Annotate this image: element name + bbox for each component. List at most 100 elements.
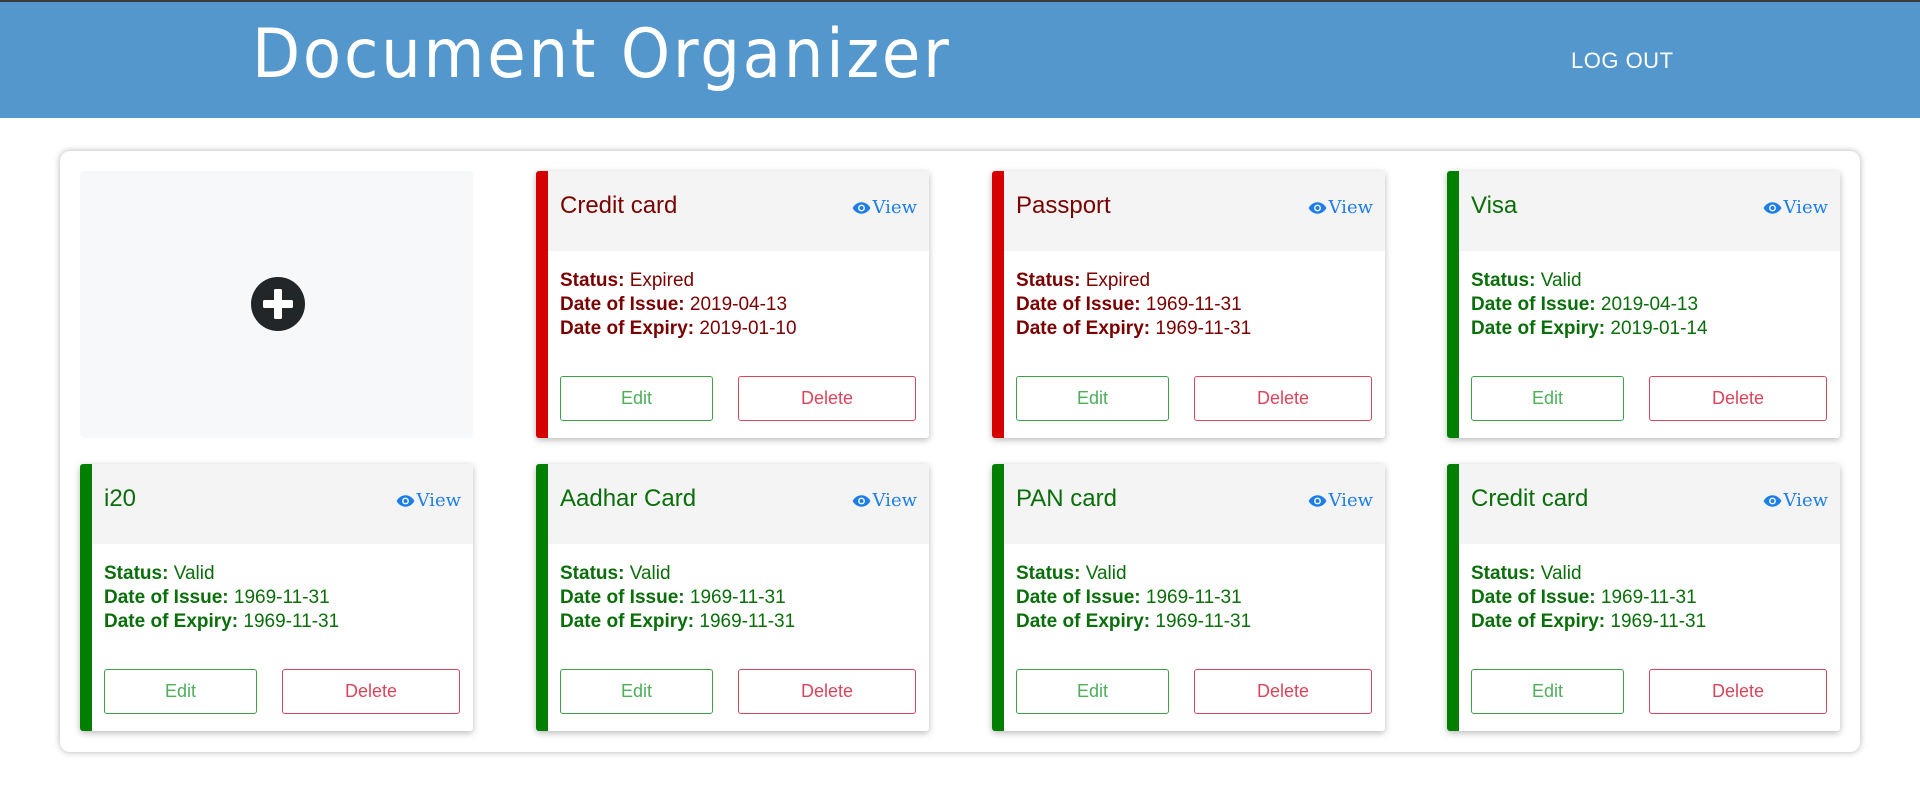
edit-button[interactable]: Edit xyxy=(560,376,713,421)
document-title: Passport xyxy=(1016,192,1111,219)
expiry-date: 1969-11-31 xyxy=(1610,611,1707,632)
status-label: Status: xyxy=(1471,563,1536,584)
status-value: Valid xyxy=(629,563,671,584)
expiry-row: Date of Expiry: 1969-11-31 xyxy=(104,610,339,634)
view-link[interactable]: View xyxy=(852,197,918,218)
status-row: Status: Valid xyxy=(1016,562,1251,586)
view-label[interactable]: View xyxy=(417,490,462,511)
issue-date: 1969-11-31 xyxy=(233,587,330,608)
issue-label: Date of Issue: xyxy=(1471,294,1596,315)
issue-row: Date of Issue: 1969-11-31 xyxy=(1016,293,1251,317)
delete-button[interactable]: Delete xyxy=(1649,669,1827,714)
view-link[interactable]: View xyxy=(1763,490,1829,511)
status-value: Valid xyxy=(1085,563,1127,584)
card-header: i20 View xyxy=(92,464,473,544)
issue-date: 2019-04-13 xyxy=(689,294,788,315)
documents-panel: Credit card View Status: Expired Date of Is… xyxy=(60,151,1860,752)
view-label[interactable]: View xyxy=(1784,197,1829,218)
status-value: Valid xyxy=(1540,563,1582,584)
edit-button[interactable]: Edit xyxy=(1471,669,1624,714)
status-bar xyxy=(992,171,1004,438)
card-details: Status: Valid Date of Issue: 1969-11-31 Da… xyxy=(1016,562,1251,634)
edit-button[interactable]: Edit xyxy=(560,669,713,714)
view-link[interactable]: View xyxy=(1308,490,1374,511)
delete-button[interactable]: Delete xyxy=(282,669,460,714)
logout-button[interactable]: LOG OUT xyxy=(1571,48,1674,74)
status-label: Status: xyxy=(1471,270,1536,291)
view-link[interactable]: View xyxy=(396,490,462,511)
delete-button[interactable]: Delete xyxy=(1649,376,1827,421)
expiry-label: Date of Expiry: xyxy=(1471,611,1606,632)
status-label: Status: xyxy=(560,563,625,584)
edit-button[interactable]: Edit xyxy=(1471,376,1624,421)
plus-circle-icon[interactable] xyxy=(251,277,305,331)
expiry-label: Date of Expiry: xyxy=(104,611,239,632)
status-row: Status: Expired xyxy=(1016,269,1251,293)
card-header: Credit card View xyxy=(548,171,929,251)
eye-icon xyxy=(396,494,414,507)
document-title: Credit card xyxy=(1471,485,1589,512)
view-label[interactable]: View xyxy=(873,197,918,218)
add-document-tile[interactable] xyxy=(80,171,473,438)
document-card: Aadhar Card View Status: Valid Date of Issu… xyxy=(536,464,929,731)
expiry-date: 1969-11-31 xyxy=(1155,611,1252,632)
card-details: Status: Expired Date of Issue: 1969-11-31… xyxy=(1016,269,1251,341)
expiry-date: 2019-01-10 xyxy=(699,318,797,339)
document-card: i20 View Status: Valid Date of Issue: 1969-… xyxy=(80,464,473,731)
issue-label: Date of Issue: xyxy=(560,294,685,315)
status-bar xyxy=(536,171,548,438)
expiry-date: 1969-11-31 xyxy=(1155,318,1252,339)
status-row: Status: Valid xyxy=(560,562,795,586)
expiry-row: Date of Expiry: 1969-11-31 xyxy=(1016,317,1251,341)
expiry-row: Date of Expiry: 1969-11-31 xyxy=(1471,610,1706,634)
edit-button[interactable]: Edit xyxy=(1016,669,1169,714)
card-header: Aadhar Card View xyxy=(548,464,929,544)
view-label[interactable]: View xyxy=(873,490,918,511)
status-bar xyxy=(1447,171,1459,438)
status-row: Status: Valid xyxy=(1471,269,1708,293)
expiry-label: Date of Expiry: xyxy=(1016,611,1151,632)
card-header: PAN card View xyxy=(1004,464,1385,544)
status-row: Status: Valid xyxy=(1471,562,1706,586)
expiry-date: 1969-11-31 xyxy=(243,611,340,632)
delete-button[interactable]: Delete xyxy=(1194,669,1372,714)
view-link[interactable]: View xyxy=(1308,197,1374,218)
view-label[interactable]: View xyxy=(1329,490,1374,511)
status-value: Valid xyxy=(1540,270,1582,291)
issue-row: Date of Issue: 2019-04-13 xyxy=(560,293,797,317)
view-link[interactable]: View xyxy=(1763,197,1829,218)
card-details: Status: Valid Date of Issue: 1969-11-31 Da… xyxy=(560,562,795,634)
document-card: Credit card View Status: Expired Date of Is… xyxy=(536,171,929,438)
document-title: Aadhar Card xyxy=(560,485,697,512)
issue-label: Date of Issue: xyxy=(1471,587,1596,608)
expiry-row: Date of Expiry: 2019-01-14 xyxy=(1471,317,1708,341)
card-details: Status: Valid Date of Issue: 1969-11-31 Da… xyxy=(1471,562,1706,634)
expiry-row: Date of Expiry: 1969-11-31 xyxy=(1016,610,1251,634)
eye-icon xyxy=(1763,494,1781,507)
document-card: Passport View Status: Expired Date of Issue… xyxy=(992,171,1385,438)
status-bar xyxy=(80,464,92,731)
eye-icon xyxy=(1308,201,1326,214)
issue-label: Date of Issue: xyxy=(104,587,229,608)
status-label: Status: xyxy=(1016,563,1081,584)
edit-button[interactable]: Edit xyxy=(1016,376,1169,421)
delete-button[interactable]: Delete xyxy=(738,669,916,714)
document-title: PAN card xyxy=(1016,485,1117,512)
edit-button[interactable]: Edit xyxy=(104,669,257,714)
expiry-row: Date of Expiry: 2019-01-10 xyxy=(560,317,797,341)
expiry-label: Date of Expiry: xyxy=(560,318,695,339)
status-label: Status: xyxy=(560,270,625,291)
issue-date: 1969-11-31 xyxy=(1145,587,1242,608)
card-header: Visa View xyxy=(1459,171,1840,251)
delete-button[interactable]: Delete xyxy=(738,376,916,421)
delete-button[interactable]: Delete xyxy=(1194,376,1372,421)
eye-icon xyxy=(1308,494,1326,507)
issue-row: Date of Issue: 1969-11-31 xyxy=(1016,586,1251,610)
status-label: Status: xyxy=(104,563,169,584)
view-label[interactable]: View xyxy=(1329,197,1374,218)
card-details: Status: Valid Date of Issue: 1969-11-31 Da… xyxy=(104,562,339,634)
view-label[interactable]: View xyxy=(1784,490,1829,511)
document-card: Visa View Status: Valid Date of Issue: 2019… xyxy=(1447,171,1840,438)
view-link[interactable]: View xyxy=(852,490,918,511)
issue-row: Date of Issue: 1969-11-31 xyxy=(104,586,339,610)
